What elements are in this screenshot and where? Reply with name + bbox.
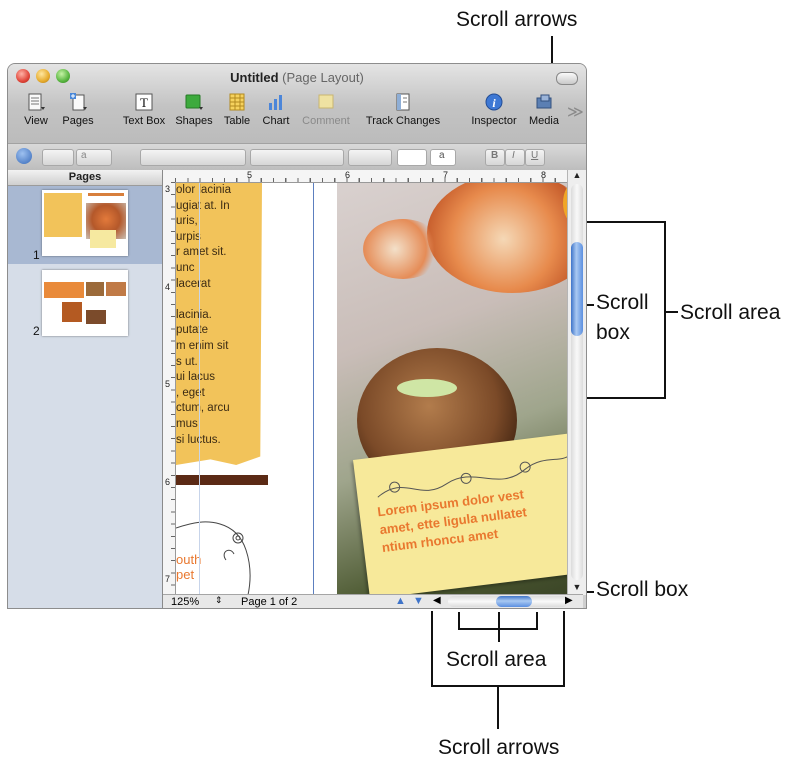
pages-window: Untitled (Page Layout) View Pages T Text…: [8, 64, 586, 608]
format-bar: a a B I U: [8, 143, 586, 170]
bold-button[interactable]: B: [485, 149, 505, 166]
text-color-well[interactable]: [397, 149, 427, 166]
vertical-scrollbar[interactable]: ▲ ▼: [567, 170, 586, 595]
page-thumbnail-2[interactable]: [42, 270, 128, 336]
page-thumbnail-1[interactable]: [42, 190, 128, 256]
shapes-icon: [185, 94, 203, 110]
text-box-icon: T: [135, 93, 153, 111]
comment-button[interactable]: Comment: [300, 92, 352, 127]
vertical-ruler: 3 4 5 6 7: [163, 182, 176, 595]
scroll-box-callout-vertical: Scroll box: [596, 291, 649, 344]
bottom-status-bar: 125% ⇕ Page 1 of 2 ▲ ▼ ◀ ▶: [163, 594, 583, 608]
pages-button[interactable]: Pages: [60, 92, 96, 127]
font-family-popup[interactable]: [140, 149, 246, 166]
callout-bracket: [563, 611, 565, 687]
table-icon: [229, 93, 245, 111]
svg-text:T: T: [140, 95, 148, 110]
inspector-button[interactable]: i Inspector: [468, 92, 520, 127]
column-guide: [199, 183, 200, 595]
chart-button[interactable]: Chart: [258, 92, 294, 127]
scroll-area-callout-vertical: Scroll area: [680, 301, 781, 324]
callout-line: [497, 687, 499, 729]
orange-heading: outh pet: [176, 552, 202, 582]
toolbar-overflow-icon[interactable]: ≫: [567, 102, 584, 122]
underline-button[interactable]: U: [525, 149, 545, 166]
scroll-area-callout-horizontal: Scroll area: [446, 648, 547, 671]
highlight-button[interactable]: a: [430, 149, 456, 166]
pages-icon: [70, 93, 87, 111]
document-canvas[interactable]: 5 6 7 8 3 4 5 6 7 olor lacinia ugiat at.…: [163, 170, 583, 595]
window-title: Untitled (Page Layout): [230, 70, 364, 85]
scroll-arrows-callout-top: Scroll arrows: [456, 8, 578, 31]
media-icon: [536, 94, 552, 109]
track-changes-button[interactable]: Track Changes: [360, 92, 446, 127]
brown-divider-bar: [176, 475, 268, 485]
page-number: 2: [33, 324, 40, 338]
page-indicator: Page 1 of 2: [241, 596, 298, 608]
horizontal-ruler: 5 6 7 8: [163, 170, 583, 183]
next-page-icon[interactable]: ▼: [413, 595, 424, 607]
zoom-popup[interactable]: 125%: [171, 596, 199, 608]
paragraph-style-icon[interactable]: [16, 148, 32, 164]
toolbar-toggle-button[interactable]: [556, 72, 578, 85]
shapes-button[interactable]: Shapes: [174, 92, 214, 127]
callout-line: [664, 311, 678, 313]
italic-button[interactable]: I: [505, 149, 525, 166]
text-box-button[interactable]: T Text Box: [118, 92, 170, 127]
font-size-popup[interactable]: [348, 149, 392, 166]
pages-sidebar: Pages 1 2: [8, 170, 163, 608]
scroll-box-callout-horizontal: Scroll box: [596, 578, 689, 601]
callout-bracket: [664, 221, 666, 399]
body-text-column[interactable]: olor lacinia ugiat at. In uris, urpis r …: [176, 183, 256, 448]
table-button[interactable]: Table: [220, 92, 254, 127]
media-button[interactable]: Media: [524, 92, 564, 127]
scroll-left-arrow[interactable]: ◀: [433, 595, 441, 606]
callout-bracket: [580, 397, 666, 399]
scroll-down-arrow[interactable]: ▼: [568, 582, 586, 594]
track-changes-icon: [396, 93, 410, 111]
callout-bracket: [431, 611, 433, 687]
callout-bracket: [580, 221, 666, 223]
zoom-stepper-icon[interactable]: ⇕: [215, 595, 223, 606]
vertical-scroll-box[interactable]: [571, 242, 583, 336]
callout-line: [498, 612, 500, 642]
previous-page-icon[interactable]: ▲: [395, 595, 406, 607]
inspector-icon: i: [485, 93, 503, 111]
chart-icon: [269, 95, 282, 110]
font-typeface-popup[interactable]: [250, 149, 344, 166]
margin-guide: [313, 183, 314, 595]
title-bar: Untitled (Page Layout) View Pages T Text…: [8, 64, 586, 171]
recipe-card: Lorem ipsum dolor vest amet, ette ligula…: [353, 430, 583, 595]
scroll-arrows-callout-bottom: Scroll arrows: [438, 736, 560, 759]
character-style-popup[interactable]: a: [76, 149, 112, 166]
page-number: 1: [33, 248, 40, 262]
view-icon: [28, 93, 45, 111]
scroll-up-arrow[interactable]: ▲: [568, 170, 586, 182]
comment-icon: [318, 94, 334, 109]
paragraph-style-popup[interactable]: [42, 149, 74, 166]
horizontal-scroll-box[interactable]: [496, 596, 532, 607]
scroll-right-arrow[interactable]: ▶: [565, 595, 573, 606]
sidebar-header: Pages: [8, 170, 162, 186]
view-button[interactable]: View: [18, 92, 54, 127]
